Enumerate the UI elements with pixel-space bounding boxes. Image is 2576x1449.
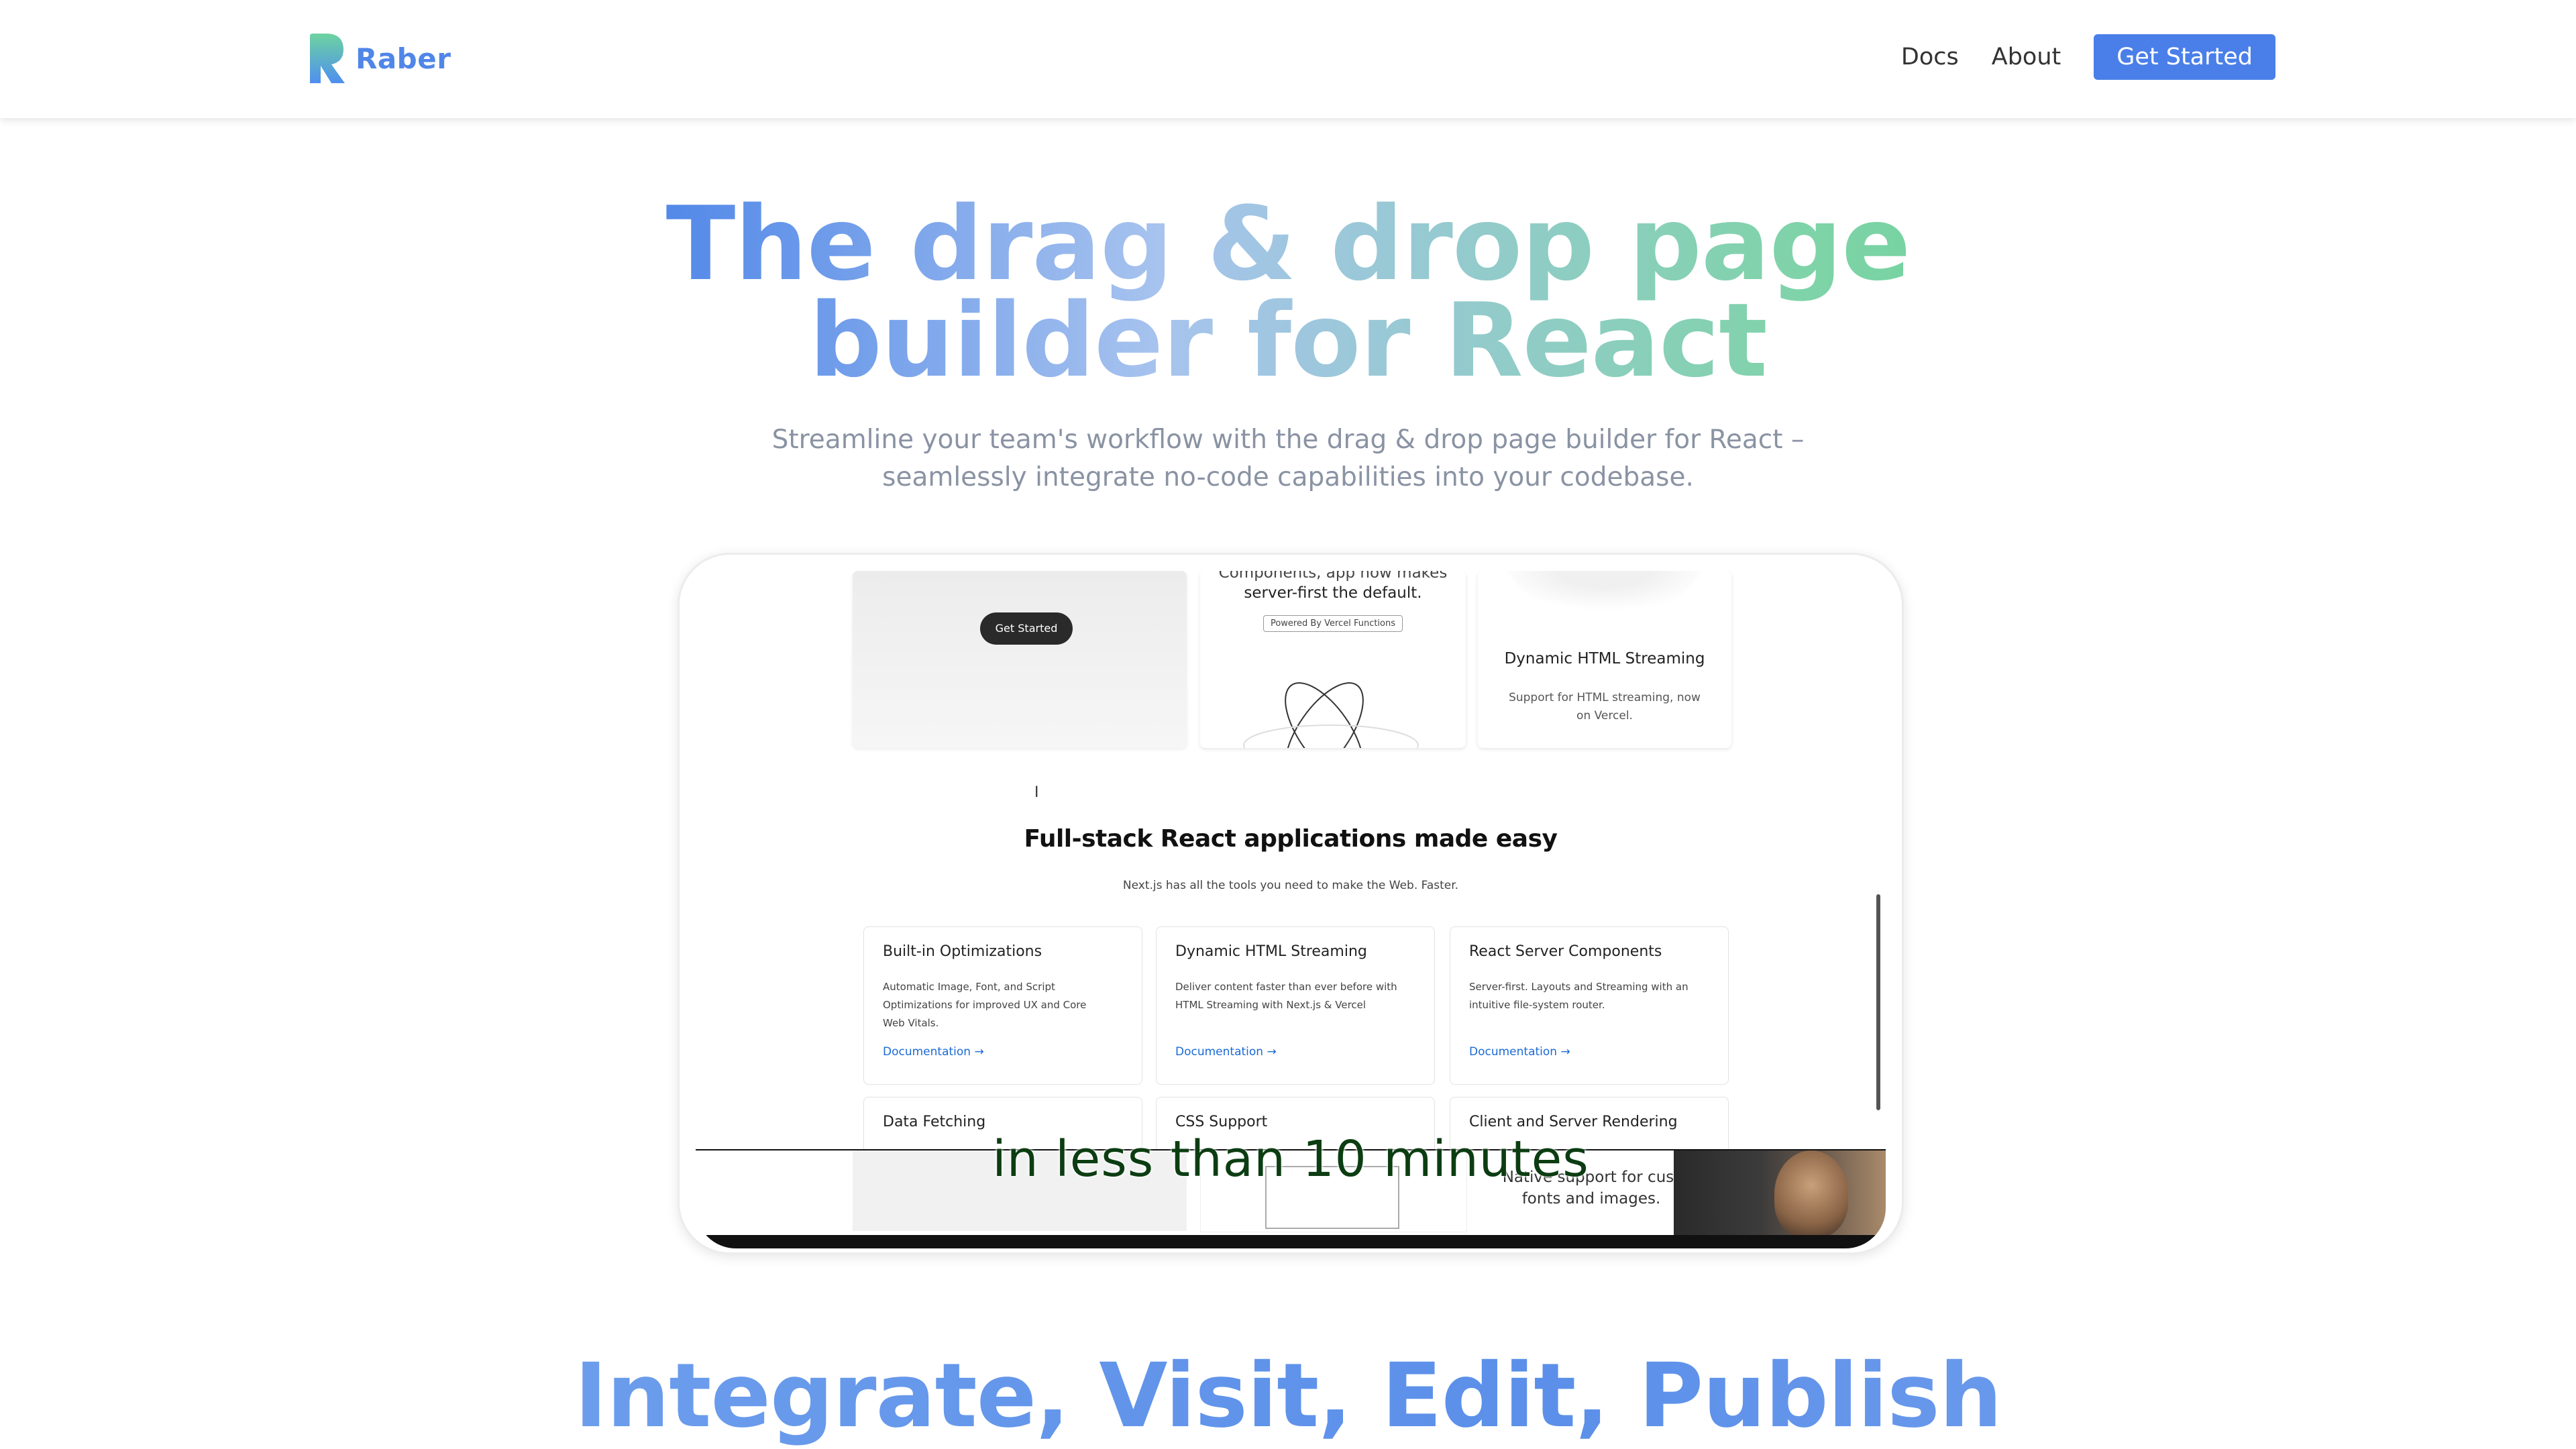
hero-subtitle-line1: Streamline your team's workflow with the… <box>771 425 1805 455</box>
video-server-card-line2: server-first the default. <box>1244 584 1422 602</box>
brand-name: Raber <box>356 42 451 75</box>
feature-doc-link: Documentation → <box>883 1045 984 1059</box>
video-caption: in less than 10 minutes <box>992 1130 1589 1188</box>
video-scrollbar <box>1876 894 1880 1110</box>
feature-doc-link: Documentation → <box>1175 1045 1277 1059</box>
video-section-subtitle: Next.js has all the tools you need to ma… <box>1122 879 1459 892</box>
nav-links: Docs About Get Started <box>1901 34 2275 80</box>
video-hero-card: Get Started <box>853 571 1187 748</box>
video-streaming-card: Dynamic HTML Streaming Support for HTML … <box>1478 571 1731 748</box>
feature-title: React Server Components <box>1469 943 1662 960</box>
feature-desc: Server-first. Layouts and Streaming with… <box>1469 981 1688 1011</box>
top-navbar: Raber Docs About Get Started <box>0 0 2576 118</box>
video-section-title: Full-stack React applications made easy <box>1024 825 1558 853</box>
feature-card: Dynamic HTML Streaming Deliver content f… <box>1156 926 1435 1085</box>
video-get-started-pill: Get Started <box>980 612 1073 645</box>
hero-title: The drag & drop page builder for React <box>0 196 2576 389</box>
nav-about-link[interactable]: About <box>1992 44 2061 70</box>
video-server-card-line1: Components, app now makes <box>1218 571 1448 582</box>
feature-title: Built-in Optimizations <box>883 943 1042 960</box>
hero-title-line1: The drag & drop page <box>665 184 1911 303</box>
nav-docs-link[interactable]: Docs <box>1901 44 1959 70</box>
hero-subtitle-line2: seamlessly integrate no-code capabilitie… <box>882 462 1694 492</box>
demo-video[interactable]: Get Started Components, app now makes se… <box>696 571 1886 1248</box>
globe-graphic <box>1497 571 1713 611</box>
hero-title-line2: builder for React <box>809 281 1767 400</box>
text-cursor-icon: I <box>1034 784 1039 801</box>
feature-card: React Server Components Server-first. La… <box>1450 926 1729 1085</box>
react-atom-icon <box>1243 682 1419 748</box>
video-streaming-card-title: Dynamic HTML Streaming <box>1504 650 1705 667</box>
feature-title: Client and Server Rendering <box>1469 1114 1678 1130</box>
video-streaming-card-desc: Support for HTML streaming, now on Verce… <box>1509 691 1701 722</box>
raber-logo-icon <box>310 34 345 83</box>
powered-by-badge: Powered By Vercel Functions <box>1263 615 1403 632</box>
feature-title: Data Fetching <box>883 1114 986 1130</box>
feature-title: Dynamic HTML Streaming <box>1175 943 1367 960</box>
feature-desc: Deliver content faster than ever before … <box>1175 981 1397 1011</box>
video-server-card: Components, app now makes server-first t… <box>1200 571 1466 748</box>
feature-title: CSS Support <box>1175 1114 1268 1130</box>
hero-subtitle: Streamline your team's workflow with the… <box>724 421 1851 496</box>
feature-card: Built-in Optimizations Automatic Image, … <box>863 926 1142 1085</box>
brand-logo[interactable]: Raber <box>307 32 451 85</box>
feature-doc-link: Documentation → <box>1469 1045 1570 1059</box>
demo-video-frame[interactable]: Get Started Components, app now makes se… <box>678 553 1904 1254</box>
get-started-button[interactable]: Get Started <box>2094 34 2275 80</box>
workflow-title: Integrate, Visit, Edit, Publish <box>0 1344 2576 1448</box>
feature-desc: Automatic Image, Font, and Script Optimi… <box>883 981 1087 1029</box>
video-bottom-bar <box>696 1235 1886 1248</box>
